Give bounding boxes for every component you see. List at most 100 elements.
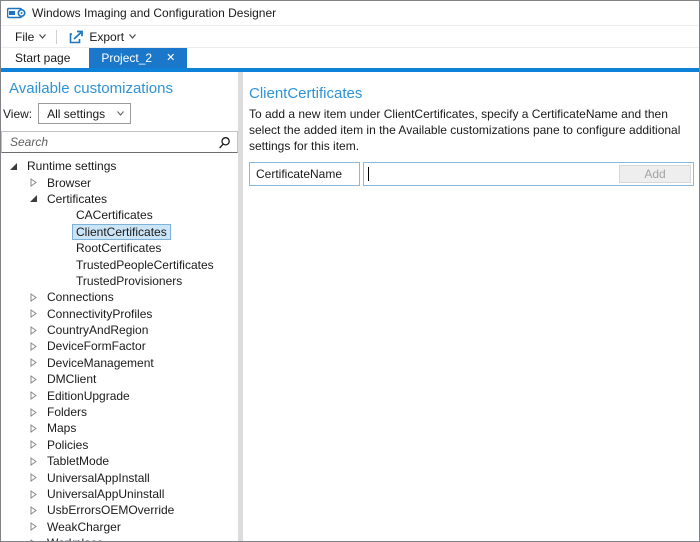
tree-item-weakcharger[interactable]: WeakCharger [1,519,238,535]
tree-indent-spacer [58,244,67,253]
collapsed-triangle-icon[interactable] [29,506,38,515]
collapsed-triangle-icon[interactable] [29,408,38,417]
tree-item-trustedpeoplecertificates[interactable]: TrustedPeopleCertificates [1,256,238,272]
tree-item-runtime settings[interactable]: Runtime settings [1,158,238,174]
tree-item-label: Browser [43,175,95,191]
tab-project-2[interactable]: Project_2 ✕ [89,48,187,68]
collapsed-triangle-icon[interactable] [29,457,38,466]
collapsed-triangle-icon[interactable] [29,440,38,449]
tree-indent-spacer [58,227,67,236]
tree-item-connections[interactable]: Connections [1,289,238,305]
tree-item-label: TrustedPeopleCertificates [72,257,218,273]
export-arrow-icon [69,30,84,44]
expanded-triangle-icon[interactable] [9,162,18,171]
magnifier-icon[interactable] [218,136,231,149]
collapsed-triangle-icon[interactable] [29,342,38,351]
tree-item-universalappinstall[interactable]: UniversalAppInstall [1,469,238,485]
chevron-down-icon [117,111,124,116]
tree-item-folders[interactable]: Folders [1,404,238,420]
tree-item-editionupgrade[interactable]: EditionUpgrade [1,387,238,403]
customizations-tree: Runtime settingsBrowserCertificatesCACer… [1,158,238,541]
chevron-down-icon [39,34,46,39]
tree-item-label: CountryAndRegion [43,322,152,338]
app-window: Windows Imaging and Configuration Design… [0,0,700,542]
export-menu[interactable]: Export [65,30,140,44]
tree-item-label: ClientCertificates [72,224,171,240]
tree-indent-spacer [58,260,67,269]
close-tab-icon[interactable]: ✕ [166,53,175,64]
tree-item-label: TabletMode [43,453,113,469]
tree-item-countryandregion[interactable]: CountryAndRegion [1,322,238,338]
tree-item-trustedprovisioners[interactable]: TrustedProvisioners [1,273,238,289]
search-input[interactable] [10,135,218,149]
collapsed-triangle-icon[interactable] [29,293,38,302]
view-dropdown[interactable]: All settings [38,103,131,124]
view-label: View: [3,107,32,121]
setting-description: To add a new item under ClientCertificat… [249,106,694,154]
tree-item-label: DMClient [43,371,100,387]
tree-item-label: Policies [43,437,92,453]
view-row: View: All settings [3,103,238,124]
tree-item-browser[interactable]: Browser [1,174,238,190]
tree-item-label: Certificates [43,191,111,207]
tree-item-tabletmode[interactable]: TabletMode [1,453,238,469]
left-pane-title: Available customizations [1,72,238,97]
tree-item-usberrorsoemoverride[interactable]: UsbErrorsOEMOverride [1,502,238,518]
expanded-triangle-icon[interactable] [29,194,38,203]
collapsed-triangle-icon[interactable] [29,539,38,541]
tree-item-label: Runtime settings [23,158,120,174]
tree-item-label: EditionUpgrade [43,388,134,404]
collapsed-triangle-icon[interactable] [29,309,38,318]
tab-bar: Start page Project_2 ✕ [1,48,699,68]
tree-item-deviceformfactor[interactable]: DeviceFormFactor [1,338,238,354]
collapsed-triangle-icon[interactable] [29,391,38,400]
file-menu[interactable]: File [11,30,50,44]
main-content: Available customizations View: All setti… [1,72,699,541]
collapsed-triangle-icon[interactable] [29,473,38,482]
collapsed-triangle-icon[interactable] [29,375,38,384]
available-customizations-pane: Available customizations View: All setti… [1,72,238,541]
tree-item-label: DeviceManagement [43,355,158,371]
setting-title: ClientCertificates [249,85,694,102]
tree-item-devicemanagement[interactable]: DeviceManagement [1,355,238,371]
tree-item-dmclient[interactable]: DMClient [1,371,238,387]
tree-item-connectivityprofiles[interactable]: ConnectivityProfiles [1,306,238,322]
tree-item-universalappuninstall[interactable]: UniversalAppUninstall [1,486,238,502]
tab-start-page[interactable]: Start page [1,48,84,68]
collapsed-triangle-icon[interactable] [29,326,38,335]
tree-item-workplace[interactable]: Workplace [1,535,238,541]
tree-item-certificates[interactable]: Certificates [1,191,238,207]
certificate-name-label: CertificateName [249,162,360,186]
tree-item-label: WeakCharger [43,519,125,535]
tree-item-policies[interactable]: Policies [1,437,238,453]
tree-indent-spacer [58,211,67,220]
tree-item-label: Maps [43,420,80,436]
tree-item-label: DeviceFormFactor [43,338,150,354]
collapsed-triangle-icon[interactable] [29,424,38,433]
tree-item-clientcertificates[interactable]: ClientCertificates [1,224,238,240]
title-bar: Windows Imaging and Configuration Design… [1,1,699,25]
certificate-name-input[interactable] [369,165,619,183]
certificate-name-row: CertificateName Add [249,162,694,186]
tree-item-maps[interactable]: Maps [1,420,238,436]
tree-item-cacertificates[interactable]: CACertificates [1,207,238,223]
certificate-name-input-box: Add [363,162,694,186]
tree-item-rootcertificates[interactable]: RootCertificates [1,240,238,256]
collapsed-triangle-icon[interactable] [29,522,38,531]
tree-item-label: TrustedProvisioners [72,273,186,289]
add-button[interactable]: Add [619,165,691,183]
tree-item-label: RootCertificates [72,240,165,256]
collapsed-triangle-icon[interactable] [29,178,38,187]
window-title: Windows Imaging and Configuration Design… [32,6,276,20]
search-box [1,131,238,153]
tree-item-label: UniversalAppInstall [43,470,154,486]
collapsed-triangle-icon[interactable] [29,490,38,499]
tree-indent-spacer [58,276,67,285]
settings-pane: ClientCertificates To add a new item und… [243,72,699,541]
tree-item-label: CACertificates [72,207,157,223]
collapsed-triangle-icon[interactable] [29,358,38,367]
app-logo-icon [7,6,27,20]
tree-item-label: Connections [43,289,118,305]
menu-separator [56,30,57,44]
tree-item-label: UniversalAppUninstall [43,486,168,502]
